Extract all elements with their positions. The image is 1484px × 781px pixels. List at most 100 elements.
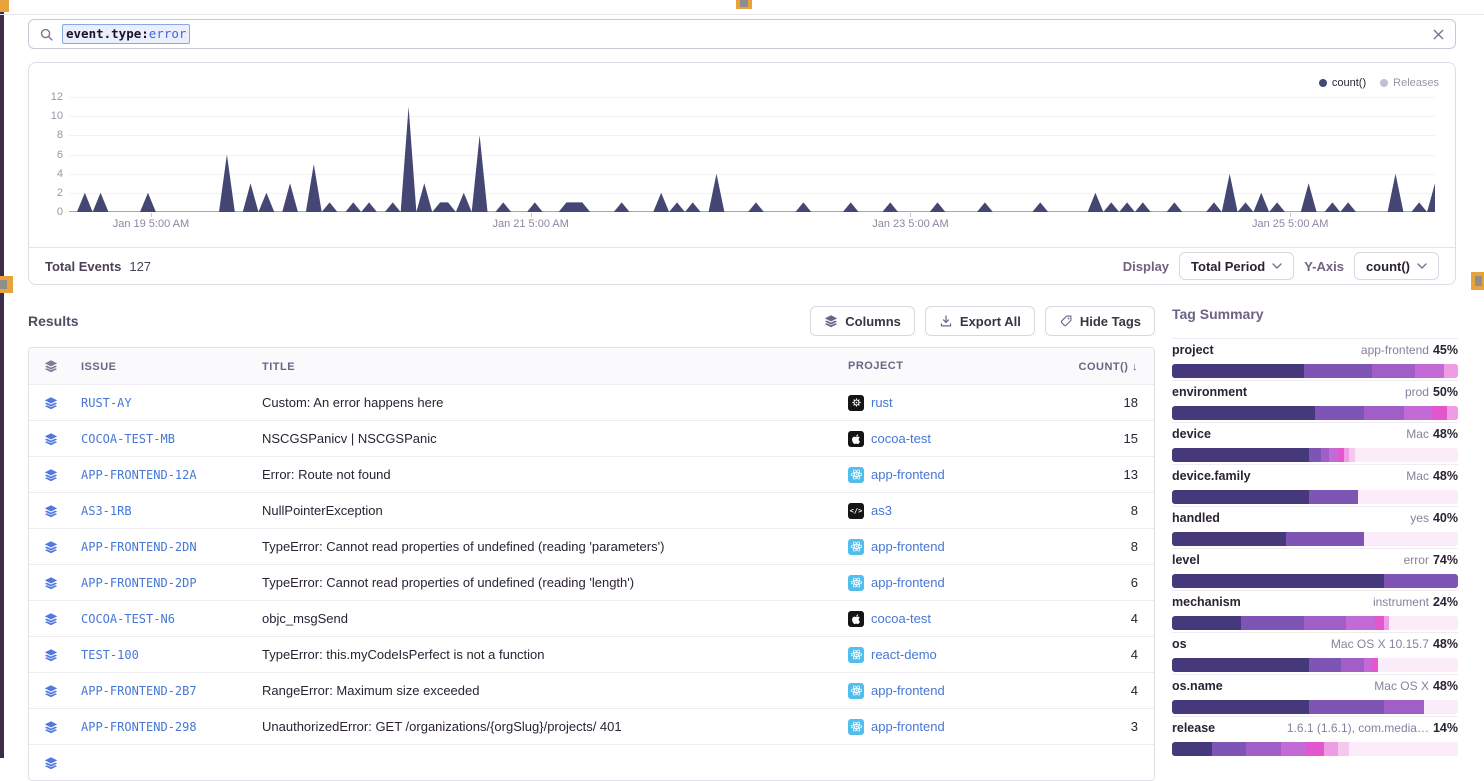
legend-item-Releases[interactable]: Releases bbox=[1380, 77, 1439, 89]
stack-icon[interactable] bbox=[44, 720, 58, 734]
issue-link[interactable]: COCOA-TEST-MB bbox=[81, 432, 175, 446]
chart-plot-area[interactable] bbox=[69, 97, 1435, 212]
tag-bar-segment[interactable] bbox=[1304, 364, 1373, 378]
issue-link[interactable]: APP-FRONTEND-2DN bbox=[81, 540, 197, 554]
tag-bar-segment[interactable] bbox=[1338, 742, 1349, 756]
tag-bar-segment[interactable] bbox=[1172, 616, 1241, 630]
search-token[interactable]: event.type:error bbox=[62, 24, 190, 44]
display-dropdown[interactable]: Total Period bbox=[1179, 252, 1294, 280]
tag-distribution-bar bbox=[1172, 574, 1458, 588]
tag-bar-segment[interactable] bbox=[1404, 406, 1433, 420]
issue-link[interactable]: APP-FRONTEND-298 bbox=[81, 720, 197, 734]
tag-bar-segment[interactable] bbox=[1246, 742, 1280, 756]
count-value: 8 bbox=[1131, 539, 1138, 554]
stack-icon[interactable] bbox=[44, 396, 58, 410]
yaxis-dropdown[interactable]: count() bbox=[1354, 252, 1439, 280]
column-header-label[interactable]: TITLE bbox=[262, 361, 295, 373]
tag-bar-segment[interactable] bbox=[1389, 616, 1458, 630]
tag-bar-segment[interactable] bbox=[1172, 448, 1309, 462]
tag-bar-segment[interactable] bbox=[1172, 406, 1315, 420]
project-link[interactable]: cocoa-test bbox=[871, 431, 931, 446]
tag-bar-segment[interactable] bbox=[1212, 742, 1246, 756]
tag-bar-segment[interactable] bbox=[1309, 658, 1340, 672]
tag-bar-segment[interactable] bbox=[1349, 742, 1458, 756]
tag-distribution-bar bbox=[1172, 364, 1458, 378]
project-link[interactable]: rust bbox=[871, 395, 893, 410]
tag-bar-segment[interactable] bbox=[1346, 616, 1375, 630]
column-header-label[interactable]: ISSUE bbox=[81, 361, 117, 373]
issue-link[interactable]: COCOA-TEST-N6 bbox=[81, 612, 175, 626]
tag-bar-segment[interactable] bbox=[1172, 700, 1309, 714]
issue-link[interactable]: APP-FRONTEND-12A bbox=[81, 468, 197, 482]
tag-bar-segment[interactable] bbox=[1364, 532, 1458, 546]
tag-bar-segment[interactable] bbox=[1415, 364, 1444, 378]
issue-link[interactable]: APP-FRONTEND-2DP bbox=[81, 576, 197, 590]
issue-link[interactable]: APP-FRONTEND-2B7 bbox=[81, 684, 197, 698]
project-link[interactable]: app-frontend bbox=[871, 575, 945, 590]
stack-icon[interactable] bbox=[44, 648, 58, 662]
columns-button[interactable]: Columns bbox=[810, 306, 915, 336]
tag-bar-segment[interactable] bbox=[1172, 364, 1304, 378]
tag-bar-segment[interactable] bbox=[1384, 700, 1424, 714]
project-link[interactable]: react-demo bbox=[871, 647, 937, 662]
tag-bar-segment[interactable] bbox=[1384, 574, 1458, 588]
search-token-key: event.type: bbox=[66, 25, 149, 43]
tag-bar-segment[interactable] bbox=[1432, 406, 1446, 420]
tag-bar-segment[interactable] bbox=[1172, 742, 1212, 756]
column-header-label[interactable]: COUNT() ↓ bbox=[1079, 361, 1139, 373]
tag-bar-segment[interactable] bbox=[1321, 448, 1330, 462]
legend-item-count[interactable]: count() bbox=[1319, 77, 1366, 89]
search-bar[interactable]: event.type:error bbox=[28, 19, 1456, 49]
tag-bar-segment[interactable] bbox=[1309, 700, 1383, 714]
tag-bar-segment[interactable] bbox=[1286, 532, 1363, 546]
stack-icon[interactable] bbox=[44, 576, 58, 590]
tag-bar-segment[interactable] bbox=[1306, 742, 1323, 756]
tag-bar-segment[interactable] bbox=[1309, 448, 1320, 462]
tag-bar-segment[interactable] bbox=[1364, 406, 1404, 420]
project-link[interactable]: app-frontend bbox=[871, 719, 945, 734]
stack-icon[interactable] bbox=[44, 540, 58, 554]
stack-icon[interactable] bbox=[44, 504, 58, 518]
tag-bar-segment[interactable] bbox=[1304, 616, 1347, 630]
hide-tags-button[interactable]: Hide Tags bbox=[1045, 306, 1155, 336]
issue-stack-cell bbox=[29, 468, 73, 482]
tag-bar-segment[interactable] bbox=[1378, 658, 1458, 672]
stack-icon[interactable] bbox=[44, 684, 58, 698]
project-link[interactable]: app-frontend bbox=[871, 539, 945, 554]
project-link[interactable]: app-frontend bbox=[871, 683, 945, 698]
tag-bar-segment[interactable] bbox=[1358, 490, 1458, 504]
tag-bar-segment[interactable] bbox=[1341, 658, 1364, 672]
count-value: 4 bbox=[1131, 611, 1138, 626]
column-header-label[interactable]: PROJECT bbox=[848, 360, 903, 372]
tag-bar-segment[interactable] bbox=[1309, 490, 1358, 504]
tag-bar-segment[interactable] bbox=[1172, 532, 1286, 546]
tag-bar-segment[interactable] bbox=[1375, 616, 1384, 630]
tag-bar-segment[interactable] bbox=[1372, 364, 1415, 378]
tag-bar-segment[interactable] bbox=[1172, 658, 1309, 672]
close-icon[interactable] bbox=[1432, 28, 1445, 41]
stack-icon[interactable] bbox=[44, 612, 58, 626]
stack-icon[interactable] bbox=[44, 468, 58, 482]
stack-icon[interactable] bbox=[44, 432, 58, 446]
tag-bar-segment[interactable] bbox=[1172, 574, 1384, 588]
tag-bar-segment[interactable] bbox=[1444, 364, 1458, 378]
export-all-button[interactable]: Export All bbox=[925, 306, 1035, 336]
tag-bar-segment[interactable] bbox=[1355, 448, 1458, 462]
tag-bar-segment[interactable] bbox=[1364, 658, 1373, 672]
issue-link[interactable]: TEST-100 bbox=[81, 648, 139, 662]
table-row: RUST-AYCustom: An error happens hererust… bbox=[29, 384, 1154, 420]
project-link[interactable]: app-frontend bbox=[871, 467, 945, 482]
issue-link[interactable]: RUST-AY bbox=[81, 396, 132, 410]
project-link[interactable]: as3 bbox=[871, 503, 892, 518]
tag-bar-segment[interactable] bbox=[1329, 448, 1338, 462]
issue-link[interactable]: AS3-1RB bbox=[81, 504, 132, 518]
tag-bar-segment[interactable] bbox=[1281, 742, 1307, 756]
tag-bar-segment[interactable] bbox=[1447, 406, 1458, 420]
tag-bar-segment[interactable] bbox=[1315, 406, 1364, 420]
tag-bar-segment[interactable] bbox=[1424, 700, 1458, 714]
project-link[interactable]: cocoa-test bbox=[871, 611, 931, 626]
tag-bar-segment[interactable] bbox=[1241, 616, 1304, 630]
issue-title: UnauthorizedError: GET /organizations/{o… bbox=[262, 719, 622, 734]
tag-bar-segment[interactable] bbox=[1324, 742, 1338, 756]
tag-bar-segment[interactable] bbox=[1172, 490, 1309, 504]
